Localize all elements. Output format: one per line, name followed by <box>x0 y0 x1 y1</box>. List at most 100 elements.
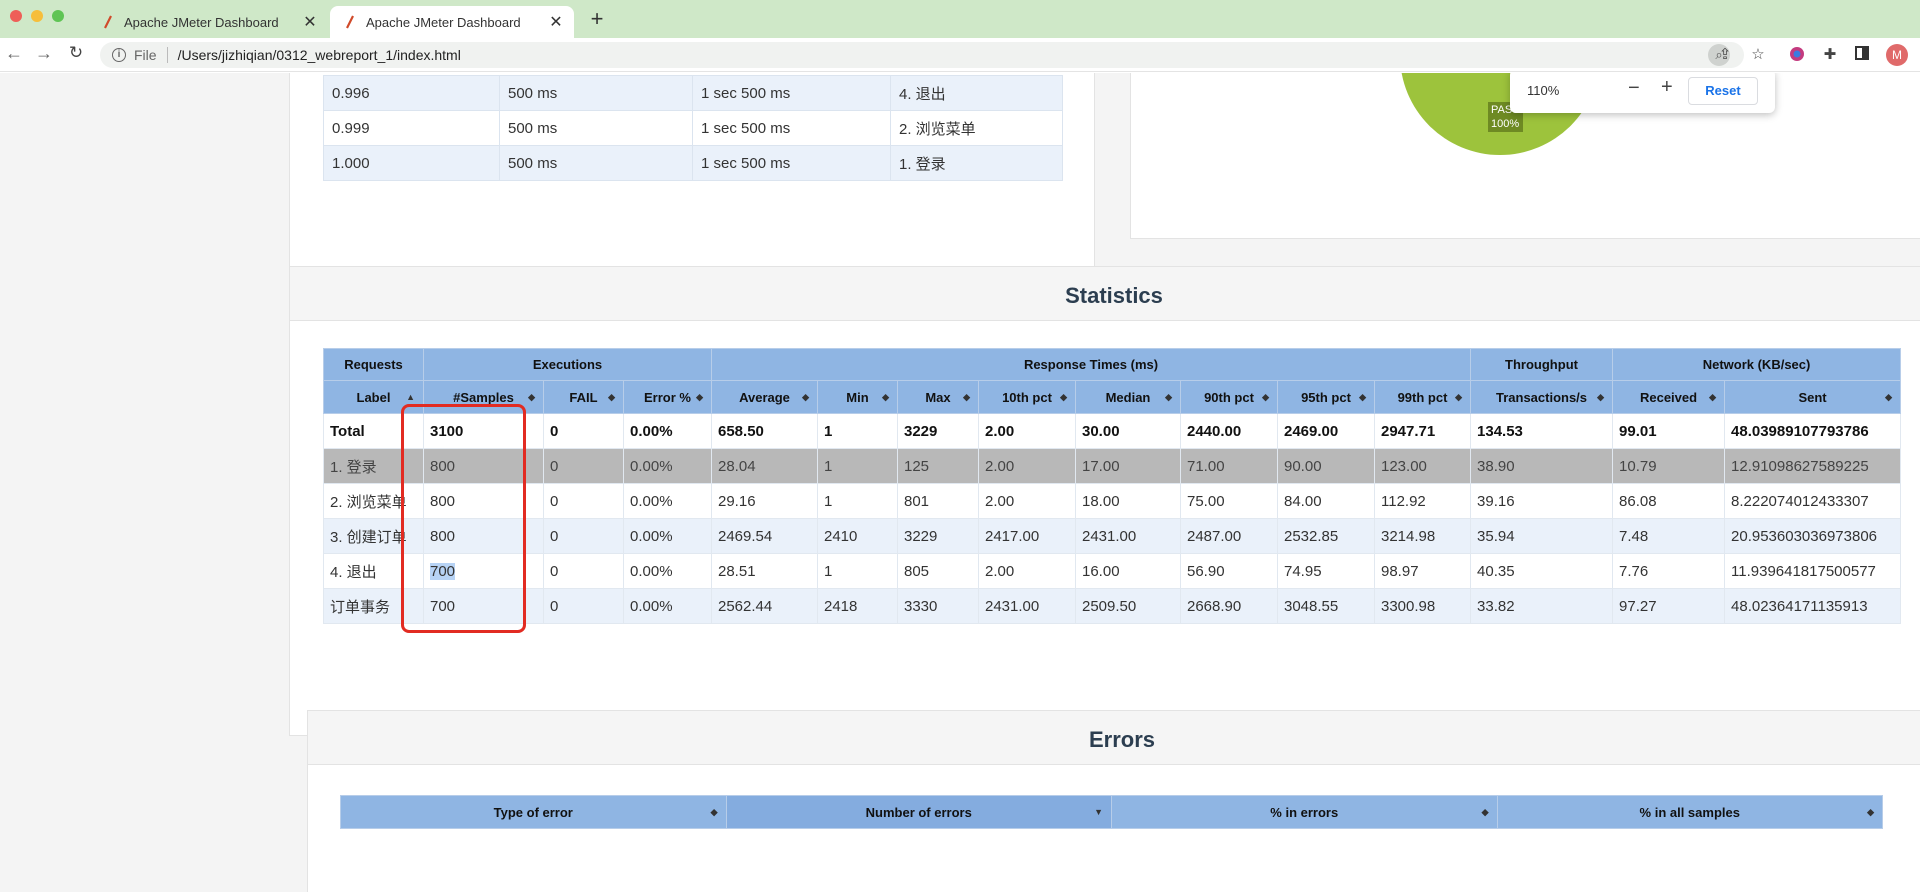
table-cell: 1 <box>817 413 898 449</box>
col-header-text: Error % <box>644 389 691 405</box>
table-cell: 7.48 <box>1612 518 1726 554</box>
col-header-10th-pct[interactable]: 10th pct ◆ <box>978 380 1076 414</box>
new-tab-button[interactable]: + <box>585 6 609 32</box>
col-header-pct-in-errors[interactable]: % in errors ◆ <box>1111 795 1498 829</box>
table-cell: 39.16 <box>1470 483 1614 519</box>
col-header-transactions[interactable]: Transactions/s ◆ <box>1470 380 1614 414</box>
table-cell: 28.51 <box>711 553 818 589</box>
table-cell: 10.79 <box>1612 448 1726 484</box>
sort-icon: ◆ <box>1867 807 1874 817</box>
col-header-max[interactable]: Max ◆ <box>897 380 979 414</box>
col-header-sent[interactable]: Sent ◆ <box>1724 380 1902 414</box>
sort-icon: ◆ <box>710 807 718 817</box>
col-header-median[interactable]: Median ◆ <box>1075 380 1181 414</box>
col-header-90th-pct[interactable]: 90th pct ◆ <box>1180 380 1278 414</box>
table-row: 订单事务 700 0 0.00% 2562.44 2418 3330 2431.00 2509.… <box>323 588 1902 624</box>
close-window-button[interactable] <box>10 10 22 22</box>
table-cell: 86.08 <box>1612 483 1726 519</box>
side-panel-icon[interactable] <box>1853 46 1871 64</box>
col-header-text: Average <box>739 389 790 405</box>
table-cell: 20.953603036973806 <box>1724 518 1902 554</box>
tab-close-icon[interactable]: ✕ <box>548 12 564 32</box>
table-cell: 1.000 <box>323 145 500 181</box>
sort-icon: ◆ <box>1885 392 1893 402</box>
table-cell: 90.00 <box>1277 448 1375 484</box>
table-cell: 2. 浏览菜单 <box>890 110 1063 146</box>
col-header-text: Label <box>356 389 391 405</box>
browser-tab[interactable]: Apache JMeter Dashboard ✕ <box>88 6 328 38</box>
col-header-fail[interactable]: FAIL ◆ <box>543 380 624 414</box>
file-scheme-label: File <box>134 47 157 63</box>
tab-close-icon[interactable]: ✕ <box>302 12 318 32</box>
col-header-text: #Samples <box>453 389 514 405</box>
zoom-in-button[interactable]: + <box>1661 76 1673 99</box>
col-header-99th-pct[interactable]: 99th pct ◆ <box>1373 380 1472 414</box>
zoom-popup: 110% − + Reset <box>1510 73 1775 113</box>
table-cell: 74.95 <box>1277 553 1375 589</box>
bookmark-star-icon[interactable]: ☆ <box>1749 46 1767 64</box>
sort-asc-icon: ▲ <box>406 392 415 402</box>
table-cell: 1 <box>817 483 898 519</box>
statistics-table: Requests Executions Response Times (ms) … <box>323 348 1902 624</box>
col-header-pct-in-all-samples[interactable]: % in all samples ◆ <box>1496 795 1883 829</box>
col-header-text: Transactions/s <box>1495 389 1588 405</box>
sort-icon: ◆ <box>882 392 889 402</box>
extension-circle-icon[interactable] <box>1788 46 1806 64</box>
zoom-out-button[interactable]: − <box>1628 77 1640 100</box>
minimize-window-button[interactable] <box>31 10 43 22</box>
forward-arrow-icon[interactable]: → <box>32 43 56 64</box>
window-controls <box>10 10 64 22</box>
table-cell: 2440.00 <box>1180 413 1278 449</box>
col-header-95th-pct[interactable]: 95th pct ◆ <box>1277 380 1375 414</box>
browser-tab-active[interactable]: Apache JMeter Dashboard ✕ <box>330 6 574 38</box>
table-cell: 0.00% <box>623 553 712 589</box>
share-icon[interactable]: ⇪ <box>1716 46 1734 64</box>
col-header-min[interactable]: Min ◆ <box>817 380 898 414</box>
table-cell: 18.00 <box>1075 483 1181 519</box>
col-header-error-pct[interactable]: Error % ◆ <box>623 380 712 414</box>
table-cell: 17.00 <box>1075 448 1181 484</box>
sort-icon: ◆ <box>528 392 535 402</box>
sort-icon: ◆ <box>1709 392 1717 402</box>
sort-icon: ◆ <box>608 392 615 402</box>
table-cell: 500 ms <box>499 110 693 146</box>
url-text[interactable]: /Users/jizhiqian/0312_webreport_1/index.… <box>178 47 461 63</box>
profile-avatar[interactable]: M <box>1886 44 1908 66</box>
group-header-row: Requests Executions Response Times (ms) … <box>323 348 1902 381</box>
back-arrow-icon[interactable]: ← <box>2 43 26 64</box>
sort-desc-icon: ▼ <box>1094 807 1103 817</box>
table-cell: 500 ms <box>499 145 693 181</box>
table-cell: 2562.44 <box>711 588 818 624</box>
table-cell: 2947.71 <box>1373 413 1472 449</box>
col-header-average[interactable]: Average ◆ <box>711 380 818 414</box>
address-bar[interactable]: i File /Users/jizhiqian/0312_webreport_1… <box>100 42 1744 68</box>
table-cell: 0 <box>543 448 624 484</box>
table-cell: 805 <box>897 553 979 589</box>
table-cell: 0.00% <box>623 588 712 624</box>
table-cell: 0 <box>543 553 624 589</box>
table-cell: 2.00 <box>978 448 1076 484</box>
table-cell: 56.90 <box>1180 553 1278 589</box>
percentiles-table: 0.996 500 ms 1 sec 500 ms 4. 退出 0.999 50… <box>323 75 1063 181</box>
table-cell: 40.35 <box>1470 553 1614 589</box>
col-header-received[interactable]: Received ◆ <box>1612 380 1726 414</box>
col-header-number-of-errors[interactable]: Number of errors ▼ <box>725 795 1112 829</box>
col-header-type-of-error[interactable]: Type of error ◆ <box>340 795 727 829</box>
errors-table: Type of error ◆ Number of errors ▼ % in er… <box>340 795 1883 829</box>
table-cell: 71.00 <box>1180 448 1278 484</box>
extensions-puzzle-icon[interactable]: ✚ <box>1821 46 1839 64</box>
table-cell: 125 <box>897 448 979 484</box>
zoom-reset-button[interactable]: Reset <box>1688 77 1758 105</box>
sort-icon: ◆ <box>1455 392 1463 402</box>
info-icon[interactable]: i <box>112 48 126 62</box>
table-cell: 2668.90 <box>1180 588 1278 624</box>
table-cell: 98.97 <box>1373 553 1472 589</box>
pie-label-percent: 100% <box>1491 118 1520 130</box>
group-header-throughput: Throughput <box>1470 348 1614 381</box>
col-header-text: FAIL <box>569 389 598 405</box>
table-cell: 35.94 <box>1470 518 1614 554</box>
table-cell: 3048.55 <box>1277 588 1375 624</box>
reload-icon[interactable]: ↻ <box>64 43 88 63</box>
table-cell: 123.00 <box>1373 448 1472 484</box>
maximize-window-button[interactable] <box>52 10 64 22</box>
